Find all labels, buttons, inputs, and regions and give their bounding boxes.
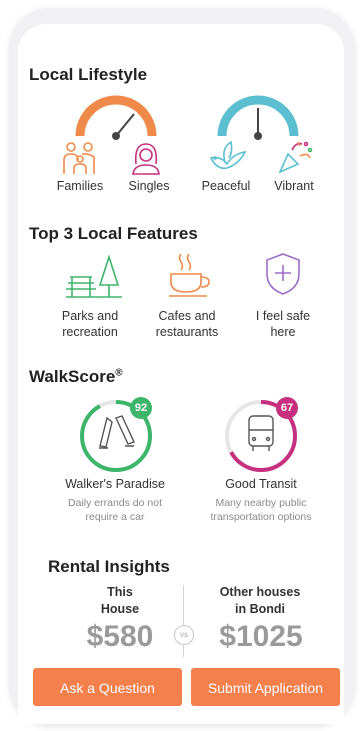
- feature-line: restaurants: [155, 325, 219, 339]
- lifestyle-title: Local Lifestyle: [29, 65, 148, 84]
- walk-desc-line: Daily errands do not: [68, 497, 162, 509]
- feature-item: Parks and recreation: [40, 308, 140, 340]
- families-label: Families: [56, 179, 104, 193]
- party-popper-icon: [278, 141, 313, 174]
- walk-score-title: Walker's Paradise: [65, 477, 165, 491]
- rental-title: Rental Insights: [48, 557, 170, 576]
- feature-line: I feel safe: [255, 309, 311, 323]
- coffee-cup-icon: [169, 253, 210, 297]
- features-title: Top 3 Local Features: [29, 224, 198, 243]
- this-house-line: House: [100, 602, 140, 616]
- dove-icon: [209, 140, 247, 170]
- family-gauge-icon: [75, 95, 157, 140]
- trademark-symbol: ®: [115, 367, 123, 379]
- feature-line: here: [270, 325, 296, 339]
- ask-question-button[interactable]: Ask a Question: [33, 668, 182, 706]
- singles-icon: [132, 143, 160, 175]
- feature-item: I feel safe here: [233, 308, 333, 340]
- transit-desc-line: transportation options: [210, 511, 312, 523]
- comparison-divider: [183, 585, 184, 657]
- walkscore-title: WalkScore®: [29, 367, 123, 387]
- feature-line: Cafes and: [158, 309, 216, 323]
- park-bench-tree-icon: [66, 254, 122, 298]
- vs-badge: vs: [174, 625, 194, 645]
- this-house-label: This House: [80, 584, 160, 618]
- singles-label: Singles: [128, 179, 170, 193]
- submit-application-button[interactable]: Submit Application: [191, 668, 340, 706]
- walkscore-title-text: WalkScore: [29, 367, 116, 386]
- other-houses-line: in Bondi: [235, 602, 285, 616]
- feature-line: Parks and: [61, 309, 119, 323]
- other-houses-price: $1025: [219, 620, 303, 653]
- activity-gauge-icon: [217, 95, 299, 140]
- walk-score-badge: 92: [130, 397, 152, 419]
- walk-desc-line: require a car: [85, 511, 145, 523]
- feature-line: recreation: [62, 325, 118, 339]
- other-houses-label: Other houses in Bondi: [200, 584, 320, 618]
- transit-score-desc: Many nearby public transportation option…: [186, 496, 336, 524]
- transit-score-title: Good Transit: [225, 477, 297, 491]
- transit-score-badge: 67: [276, 397, 298, 419]
- this-house-price: $580: [86, 620, 154, 653]
- transit-desc-line: Many nearby public: [215, 497, 307, 509]
- feature-item: Cafes and restaurants: [137, 308, 237, 340]
- walk-score-desc: Daily errands do not require a car: [40, 496, 190, 524]
- families-icon: [63, 142, 95, 174]
- shield-plus-icon: [266, 253, 300, 295]
- this-house-line: This: [107, 585, 133, 599]
- other-houses-line: Other houses: [219, 585, 301, 599]
- vibrant-label: Vibrant: [274, 179, 314, 193]
